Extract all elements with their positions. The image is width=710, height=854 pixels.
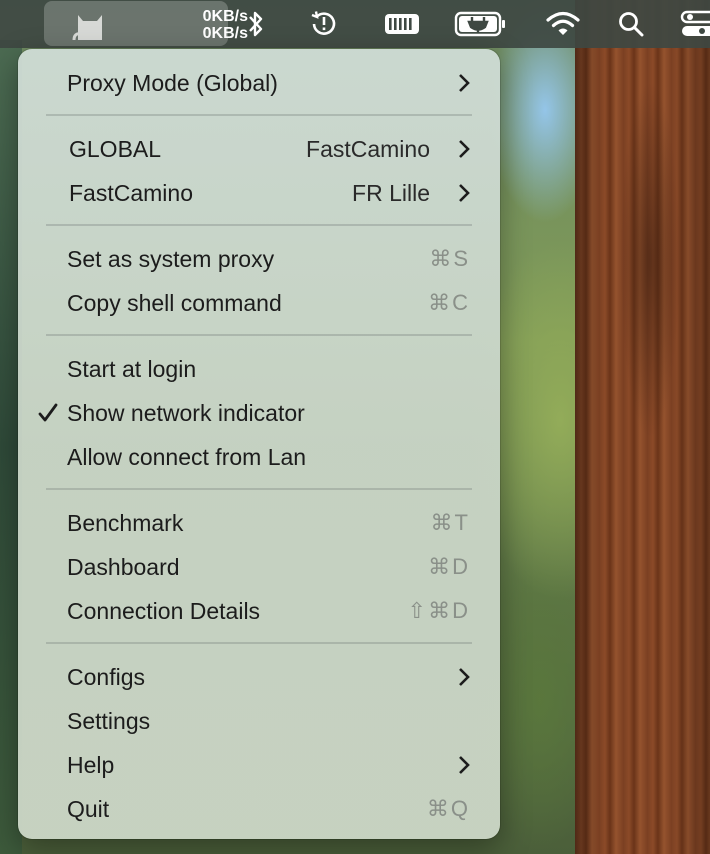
keyboard-shortcut: ⌘Q bbox=[426, 796, 470, 821]
menu-item-label: Start at login bbox=[67, 355, 197, 382]
control-center-icon bbox=[680, 10, 710, 36]
menu-item-set-system-proxy[interactable]: Set as system proxy ⌘S bbox=[18, 237, 500, 281]
menu-item-quit[interactable]: Quit ⌘Q bbox=[18, 787, 500, 831]
power-plug-icon bbox=[454, 11, 505, 37]
menu-item-copy-shell-command[interactable]: Copy shell command ⌘C bbox=[18, 281, 500, 325]
search-icon bbox=[619, 12, 644, 37]
chevron-right-icon bbox=[459, 74, 470, 92]
selected-proxy: FR Lille bbox=[352, 179, 430, 206]
cat-app-icon bbox=[72, 15, 102, 41]
battery-charging-icon bbox=[385, 14, 419, 34]
keyboard-shortcut: ⌘D bbox=[428, 554, 470, 579]
clash-menu: Proxy Mode (Global) GLOBAL FastCamino Fa… bbox=[18, 49, 500, 839]
keyboard-shortcut: ⌘T bbox=[430, 510, 470, 535]
menu-bar: 0KB/s 0KB/s bbox=[0, 0, 710, 48]
time-machine-status-item[interactable] bbox=[306, 0, 342, 48]
network-speed-indicator: 0KB/s 0KB/s bbox=[144, 8, 248, 42]
menu-item-global-group[interactable]: GLOBAL FastCamino bbox=[18, 127, 500, 171]
menu-item-label: Set as system proxy bbox=[67, 245, 275, 272]
menu-item-fastcamino-group[interactable]: FastCamino FR Lille bbox=[18, 171, 500, 215]
power-status-item[interactable] bbox=[454, 0, 508, 48]
chevron-right-icon bbox=[459, 756, 470, 774]
menu-item-label: Copy shell command bbox=[67, 289, 282, 316]
menu-item-help[interactable]: Help bbox=[18, 743, 500, 787]
menu-item-proxy-mode[interactable]: Proxy Mode (Global) bbox=[18, 61, 500, 105]
chevron-right-icon bbox=[459, 668, 470, 686]
menu-item-label: Show network indicator bbox=[67, 399, 305, 426]
battery-status-item[interactable] bbox=[382, 0, 424, 48]
menu-item-label: FastCamino bbox=[69, 179, 193, 206]
menu-item-benchmark[interactable]: Benchmark ⌘T bbox=[18, 501, 500, 545]
wifi-icon bbox=[546, 11, 580, 35]
menu-item-settings[interactable]: Settings bbox=[18, 699, 500, 743]
wifi-status-item[interactable] bbox=[544, 0, 582, 48]
menu-item-allow-lan[interactable]: Allow connect from Lan bbox=[18, 435, 500, 479]
menu-item-label: Proxy Mode (Global) bbox=[67, 69, 278, 96]
bluetooth-status-item[interactable] bbox=[242, 0, 270, 48]
menu-item-label: GLOBAL bbox=[69, 135, 162, 162]
menu-item-configs[interactable]: Configs bbox=[18, 655, 500, 699]
keyboard-shortcut: ⇧⌘D bbox=[407, 598, 470, 623]
menu-separator bbox=[46, 224, 472, 226]
selected-proxy: FastCamino bbox=[306, 135, 430, 162]
bluetooth-icon bbox=[249, 11, 263, 37]
menu-item-label: Quit bbox=[67, 795, 110, 822]
menu-item-label: Help bbox=[67, 751, 115, 778]
keyboard-shortcut: ⌘C bbox=[428, 290, 470, 315]
checkmark-icon bbox=[38, 403, 58, 422]
menu-item-label: Dashboard bbox=[67, 553, 180, 580]
menu-separator bbox=[46, 334, 472, 336]
menu-item-label: Connection Details bbox=[67, 597, 261, 624]
menu-separator bbox=[46, 114, 472, 116]
menu-item-label: Allow connect from Lan bbox=[67, 443, 307, 470]
clash-status-item[interactable]: 0KB/s 0KB/s bbox=[44, 1, 248, 46]
keyboard-shortcut: ⌘S bbox=[429, 246, 470, 271]
wallpaper-shade bbox=[620, 80, 680, 440]
menu-item-connection-details[interactable]: Connection Details ⇧⌘D bbox=[18, 589, 500, 633]
control-center-status-item[interactable] bbox=[680, 0, 710, 48]
menu-item-start-at-login[interactable]: Start at login bbox=[18, 347, 500, 391]
menu-item-label: Configs bbox=[67, 663, 145, 690]
menu-separator bbox=[46, 488, 472, 490]
time-machine-icon bbox=[311, 11, 336, 35]
menu-item-label: Settings bbox=[67, 707, 151, 734]
menu-separator bbox=[46, 642, 472, 644]
chevron-right-icon bbox=[459, 140, 470, 158]
download-speed: 0KB/s bbox=[202, 25, 248, 42]
upload-speed: 0KB/s bbox=[202, 8, 248, 25]
menu-item-dashboard[interactable]: Dashboard ⌘D bbox=[18, 545, 500, 589]
spotlight-status-item[interactable] bbox=[616, 0, 646, 48]
menu-item-show-network-indicator[interactable]: Show network indicator bbox=[18, 391, 500, 435]
menu-item-label: Benchmark bbox=[67, 509, 184, 536]
chevron-right-icon bbox=[459, 184, 470, 202]
